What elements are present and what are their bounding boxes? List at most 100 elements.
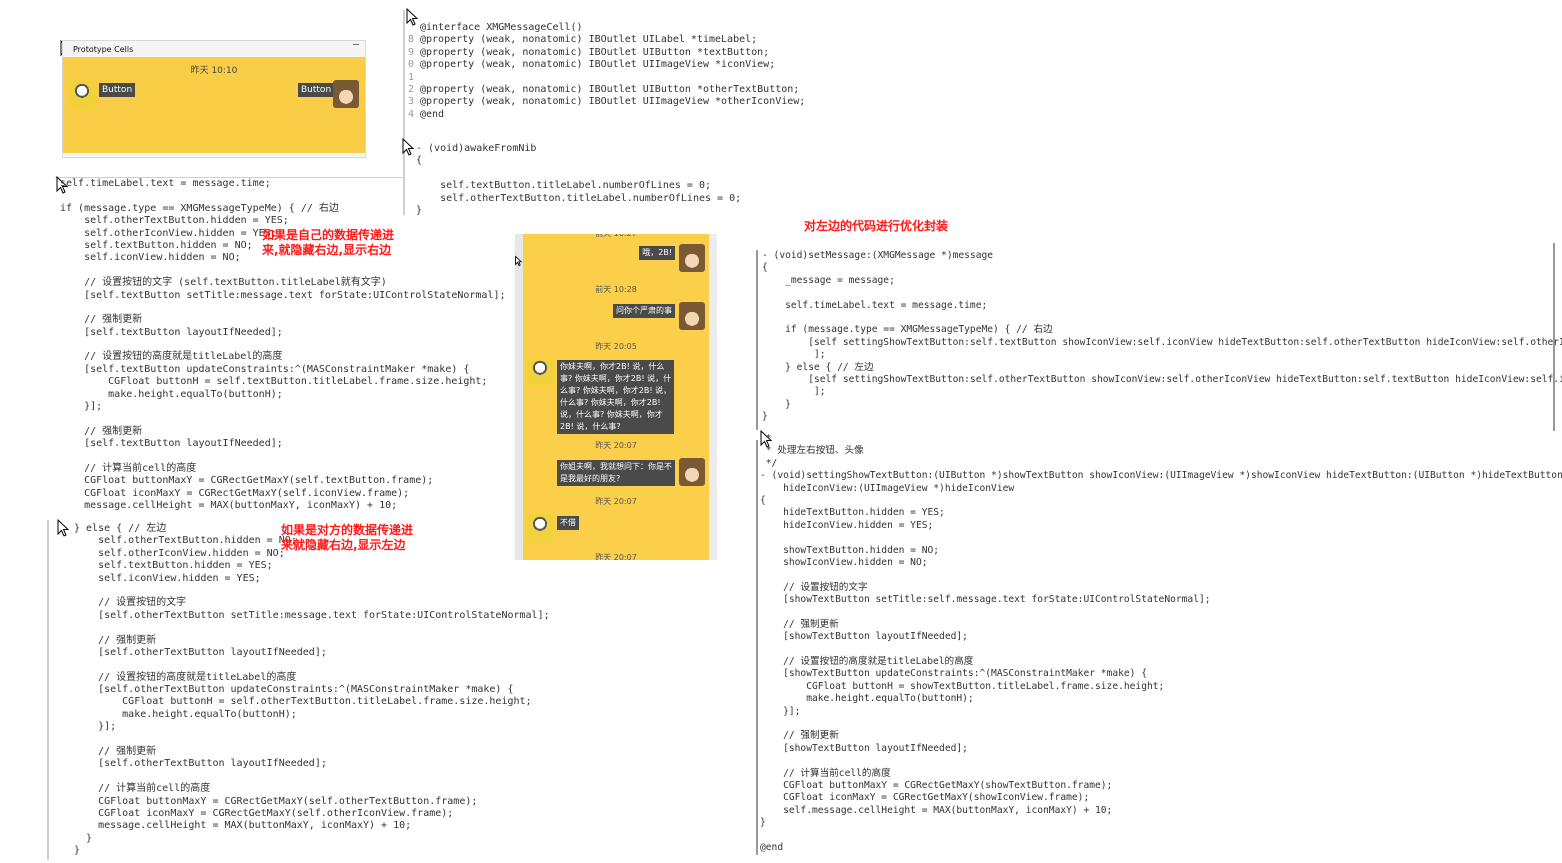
annotation-refactor: 对左边的代码进行优化封装 [804, 219, 949, 233]
code-line: // 设置按钮的文字 (self.textButton.titleLabel就有… [60, 277, 387, 289]
set-message-refactored-code: - (void)setMessage:(XMGMessage *)message… [762, 250, 1562, 423]
left-text-button[interactable]: Button [99, 83, 136, 97]
chat-preview: 前天 10:27 哦，2B! 前天 10:28 问你个严肃的事昨天 20:05 你妹夫啊… [515, 234, 717, 560]
code-line: [self.otherTextButton updateConstraints:… [74, 684, 514, 696]
chat-left-edge [515, 234, 523, 560]
code-line: 1 [404, 72, 805, 84]
code-line: [showTextButton updateConstraints:^(MASC… [760, 668, 1147, 680]
code-line: - (void)awakeFromNib [416, 143, 537, 154]
code-line: [self.otherTextButton layoutIfNeeded]; [74, 758, 327, 770]
prototype-cell-panel: Prototype Cells — 昨天 10:10 Button Button [62, 39, 366, 158]
prototype-cells-title: Prototype Cells [73, 45, 134, 54]
minion-avatar-icon [527, 358, 553, 386]
code-line: // 设置按钮的高度就是titleLabel的高度 [74, 671, 297, 683]
code-text: @property (weak, nonatomic) IBOutlet UIB… [420, 46, 770, 58]
code-line: 0 @property (weak, nonatomic) IBOutlet UI… [404, 59, 805, 71]
code-line: ]; [762, 349, 826, 361]
code-line: // 计算当前cell的高度 [760, 767, 891, 779]
code-line: if (message.type == XMGMessageTypeMe) { … [60, 202, 339, 214]
annotation-other-data: 如果是对方的数据传递进 来就隐藏右边,显示左边 [281, 523, 414, 552]
code-line: // 设置按钮的文字 [74, 597, 187, 609]
code-line: self.timeLabel.text = message.time; [762, 299, 988, 311]
code-line: - (void)setMessage:(XMGMessage *)message [762, 250, 994, 261]
code-line: make.height.equalTo(buttonH); [74, 708, 297, 720]
code-line: [self.textButton layoutIfNeeded]; [60, 326, 283, 338]
chat-timestamp: 昨天 20:07 [595, 441, 637, 450]
code-line: CGFloat iconMaxY = CGRectGetMaxY(self.ic… [60, 487, 410, 499]
code-line: // 计算当前cell的高度 [60, 462, 197, 474]
code-line: CGFloat buttonH = self.otherTextButton.t… [74, 696, 532, 708]
code-line: // 设置按钮的高度就是titleLabel的高度 [760, 656, 974, 668]
code-line: [self.textButton layoutIfNeeded]; [60, 438, 283, 450]
setting-show-text-button-code: * * 处理左右按钮、头像 */- (void)settingShowTextB… [760, 433, 1562, 854]
line-number: 0 [407, 59, 414, 71]
code-line: }]; [760, 705, 801, 717]
chat-bubble-right[interactable]: 问你个严肃的事 [613, 304, 675, 318]
code-line: 2 @property (weak, nonatomic) IBOutlet UI… [404, 84, 805, 96]
code-line: } [760, 817, 766, 829]
code-line: // 强制更新 [74, 634, 157, 646]
code-line: showTextButton.hidden = NO; [760, 544, 940, 556]
code-line: @interface XMGMessageCell() [404, 22, 805, 34]
chat-timestamp: 昨天 20:05 [595, 342, 637, 351]
minion-avatar-icon [527, 514, 553, 542]
code-line: } else { // 左边 [762, 361, 874, 373]
code-text: @property (weak, nonatomic) IBOutlet UIB… [420, 83, 800, 95]
line-number: 1 [407, 71, 414, 83]
code-line: { [762, 262, 768, 274]
line-number: 4 [407, 108, 414, 120]
code-line: [showTextButton layoutIfNeeded]; [760, 742, 968, 754]
chat-bubble-left[interactable]: 你妹夫啊，你才2B! 说，什么 事? 你妹夫啊，你才2B! 说，什 么事? 你妹… [557, 360, 675, 434]
chat-bubble-right[interactable]: 你姐夫啊，我就想问下：你是不 是我最好的朋友? [557, 460, 675, 486]
code-line: 9 @property (weak, nonatomic) IBOutlet UI… [404, 47, 805, 59]
code-line: 3 @property (weak, nonatomic) IBOutlet UI… [404, 96, 805, 108]
code-line: // 设置按钮的文字 [760, 581, 868, 593]
code-line: hideIconView.hidden = YES; [760, 519, 934, 531]
set-message-code-part2: } else { // 左边 self.otherTextButton.hidd… [74, 523, 550, 858]
cell-time-label: 昨天 10:10 [190, 66, 238, 76]
code-line: if (message.type == XMGMessageTypeMe) { … [762, 324, 1053, 336]
right-text-button[interactable]: Button [298, 83, 335, 97]
code-line: - (void)settingShowTextButton:(UIButton … [760, 470, 1562, 482]
cell-background: 昨天 10:10 Button Button [63, 57, 365, 153]
annotation-self-data: 如果是自己的数据传递进 来,就隐藏右边,显示右边 [262, 228, 395, 257]
mouse-cursor-icon [515, 255, 523, 267]
code-line: // 强制更新 [760, 618, 839, 630]
collapse-icon[interactable]: — [353, 39, 359, 50]
code-line: } [74, 832, 93, 844]
code-text: @property (weak, nonatomic) IBOutlet UIL… [420, 34, 758, 46]
code-line: */ [760, 457, 778, 469]
code-line: [self settingShowTextButton:self.textBut… [762, 336, 1562, 348]
code-line: CGFloat buttonMaxY = CGRectGetMaxY(showT… [760, 779, 1113, 791]
code-line: hideIconView:(UIImageView *)hideIconView [760, 482, 1015, 494]
code-line: [showTextButton layoutIfNeeded]; [760, 631, 968, 643]
code-line: [showTextButton setTitle:self.message.te… [760, 594, 1211, 606]
code-text: @end [420, 108, 445, 120]
code-line: CGFloat buttonMaxY = CGRectGetMaxY(self.… [60, 475, 434, 487]
code-line: }]; [74, 721, 117, 733]
chat-bubble-left[interactable]: 不借 [557, 516, 579, 530]
code-line: [self settingShowTextButton:self.otherTe… [762, 373, 1562, 385]
mouse-cursor-icon [57, 519, 70, 537]
code-line: make.height.equalTo(buttonH); [760, 693, 974, 705]
code-line: [self.textButton setTitle:message.text f… [60, 289, 506, 301]
code-line: @end [760, 841, 784, 853]
code-line: } [762, 398, 791, 410]
code-line: CGFloat buttonH = self.textButton.titleL… [60, 376, 488, 388]
chat-bubble-right[interactable]: 哦，2B! [639, 246, 675, 260]
